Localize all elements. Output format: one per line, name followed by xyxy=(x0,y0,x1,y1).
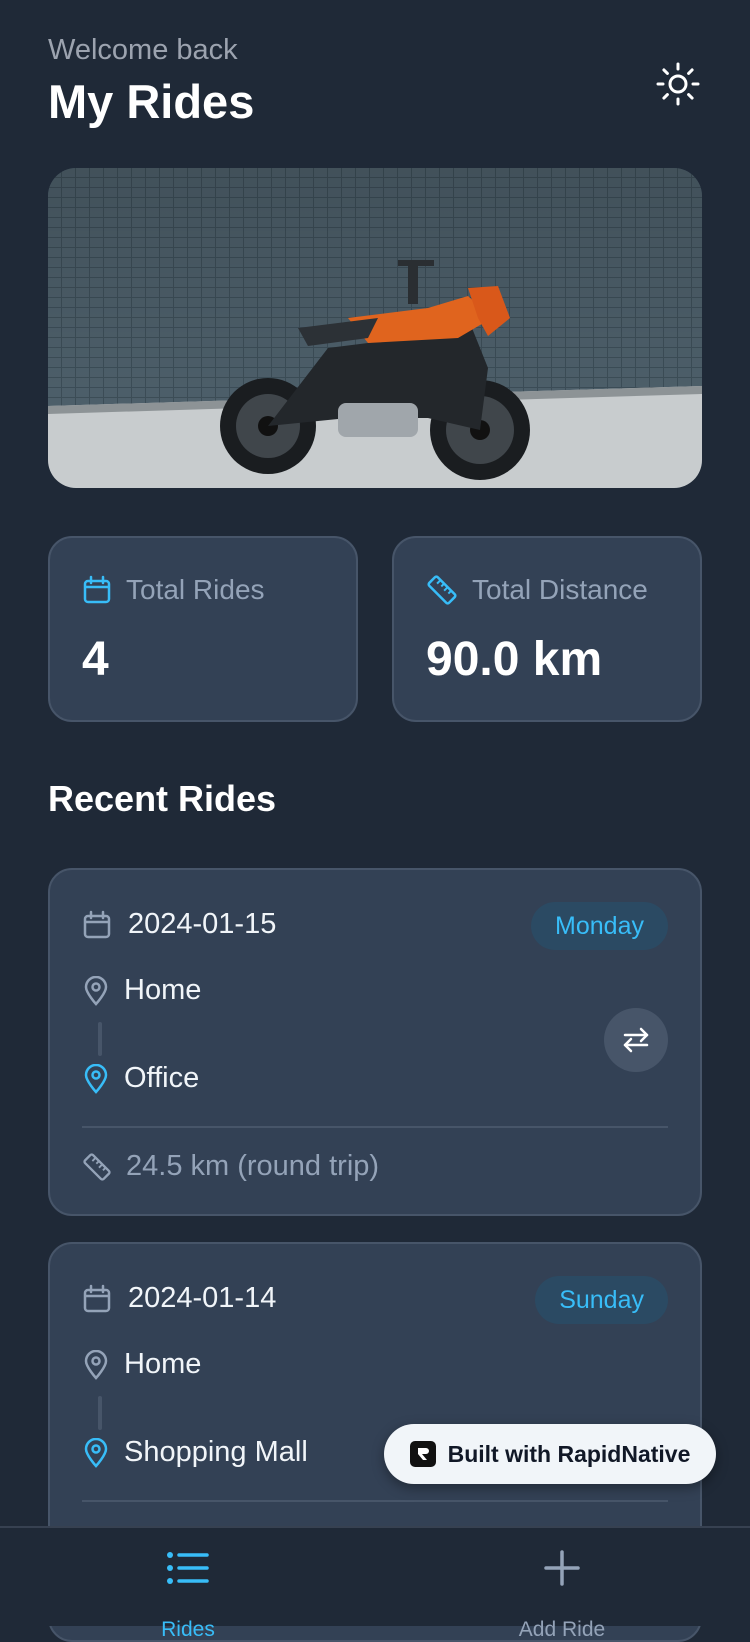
welcome-text: Welcome back xyxy=(48,34,238,66)
ruler-icon xyxy=(427,575,457,605)
day-badge: Monday xyxy=(531,902,668,950)
card-divider xyxy=(82,1126,668,1128)
stat-label: Total Rides xyxy=(126,574,265,605)
ride-date: 2024-01-15 xyxy=(128,908,277,940)
plus-icon xyxy=(544,1550,580,1586)
recent-rides-title: Recent Rides xyxy=(48,778,277,819)
stat-value: 90.0 km xyxy=(426,633,603,686)
rapidnative-logo-icon xyxy=(409,1441,436,1467)
built-with-label: Built with RapidNative xyxy=(447,1440,691,1467)
total-rides-card: Total Rides 4 xyxy=(48,536,358,722)
ride-origin: Home xyxy=(124,1348,202,1380)
stat-value: 4 xyxy=(82,633,109,686)
calendar-icon xyxy=(83,910,111,938)
location-pin-icon xyxy=(84,1349,108,1380)
destination-pin-icon xyxy=(84,1437,108,1468)
stat-label: Total Distance xyxy=(472,574,648,605)
hero-motorcycle-image xyxy=(48,168,702,488)
total-distance-card: Total Distance 90.0 km xyxy=(392,536,702,722)
tab-rides[interactable]: Rides xyxy=(88,1548,288,1641)
header: Welcome back My Rides xyxy=(48,34,702,134)
ride-destination: Shopping Mall xyxy=(124,1436,308,1468)
bottom-tab-bar: Rides Add Ride xyxy=(0,1526,750,1641)
destination-pin-icon xyxy=(84,1063,108,1094)
list-icon xyxy=(167,1552,209,1584)
theme-toggle-button[interactable] xyxy=(654,60,702,108)
swap-arrows-icon xyxy=(623,1027,649,1053)
calendar-icon xyxy=(83,1284,111,1312)
ride-date: 2024-01-14 xyxy=(128,1282,277,1314)
built-with-rapidnative-badge[interactable]: Built with RapidNative xyxy=(384,1424,716,1484)
route-connector xyxy=(98,1396,102,1430)
day-badge: Sunday xyxy=(535,1276,668,1324)
sun-icon xyxy=(656,62,700,106)
ride-distance: 24.5 km (round trip) xyxy=(126,1150,380,1182)
calendar-icon xyxy=(83,575,111,604)
location-pin-icon xyxy=(84,975,108,1006)
ride-origin: Home xyxy=(124,974,202,1006)
motorcycle-photo xyxy=(48,168,702,488)
route-connector xyxy=(98,1022,102,1056)
page-title: My Rides xyxy=(48,75,255,128)
swap-route-button[interactable] xyxy=(604,1008,668,1072)
ride-destination: Office xyxy=(124,1062,200,1094)
ruler-icon xyxy=(83,1152,111,1181)
tab-add-ride[interactable]: Add Ride xyxy=(462,1548,662,1641)
tab-label: Add Ride xyxy=(518,1618,606,1641)
tab-label: Rides xyxy=(161,1618,215,1641)
ride-card[interactable]: 2024-01-15 Monday Home Office 24.5 km (r… xyxy=(48,868,702,1216)
card-divider xyxy=(82,1500,668,1502)
